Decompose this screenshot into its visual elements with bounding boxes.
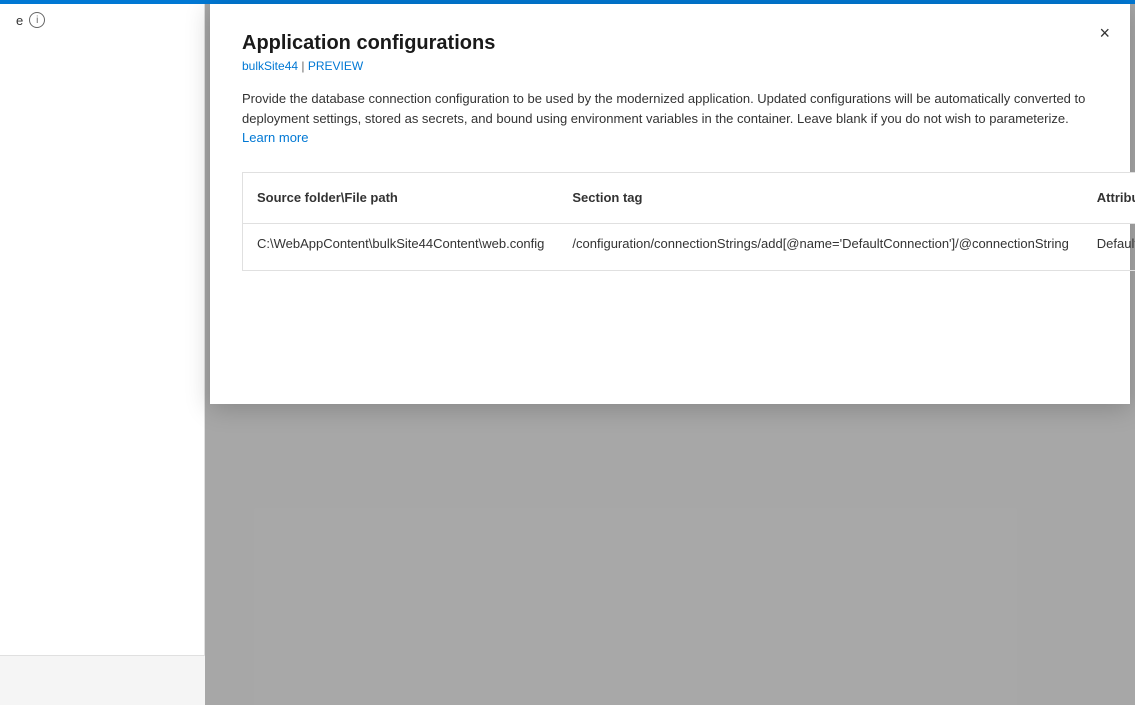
modal-description: Provide the database connection configur…: [242, 89, 1098, 148]
modal-subtitle: bulkSite44 | PREVIEW: [242, 59, 1098, 73]
column-header-attr-name: Attribute name: [1083, 172, 1135, 224]
cell-attr-name: DefaultConnection: [1083, 224, 1135, 271]
subtitle-tag: PREVIEW: [308, 59, 363, 73]
description-text: Provide the database connection configur…: [242, 91, 1085, 126]
subtitle-site: bulkSite44: [242, 59, 298, 73]
table-row: C:\WebAppContent\bulkSite44Content\web.c…: [243, 224, 1135, 271]
cell-section: /configuration/connectionStrings/add[@na…: [558, 224, 1082, 271]
sidebar-bottom: [0, 655, 205, 705]
cell-source: C:\WebAppContent\bulkSite44Content\web.c…: [243, 224, 559, 271]
column-header-section: Section tag: [558, 172, 1082, 224]
modal-overlay: × Application configurations bulkSite44 …: [205, 4, 1135, 705]
modal-dialog: × Application configurations bulkSite44 …: [210, 4, 1130, 404]
learn-more-link[interactable]: Learn more: [242, 130, 308, 145]
config-table: Source folder\File path Section tag Attr…: [242, 172, 1135, 272]
close-button[interactable]: ×: [1095, 20, 1114, 46]
sidebar: e i: [0, 4, 205, 705]
info-icon[interactable]: i: [29, 12, 45, 28]
sidebar-item-label: e: [16, 13, 23, 28]
modal-title: Application configurations: [242, 32, 1098, 55]
sidebar-item: e i: [0, 4, 204, 36]
table-header-row: Source folder\File path Section tag Attr…: [243, 172, 1135, 224]
column-header-source: Source folder\File path: [243, 172, 559, 224]
